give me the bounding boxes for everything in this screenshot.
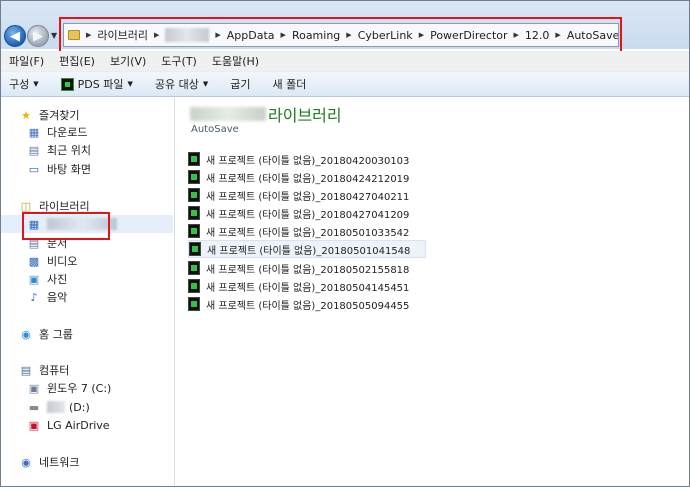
desktop-icon: ▭ [28,162,40,176]
network-icon: ◉ [21,455,31,469]
downloads-folder-icon: ▦ [28,125,40,139]
nav-library-selected[interactable]: ▦ [1,215,173,233]
navigation-pane[interactable]: ★ 즐겨찾기 ▦ 다운로드 ▤ 최근 위치 ▭ 바탕 화면 ◫ 라이브러리 ▦ … [1,98,175,486]
breadcrumb-item-redacted[interactable]: ▶ [165,28,226,42]
pds-file-icon [188,170,200,184]
file-item[interactable]: 새 프로젝트 (타이틀 없음)_20180502155818 [188,259,426,277]
computer-icon: ▤ [20,363,32,377]
file-item[interactable]: 새 프로젝트 (타이틀 없음)_20180427040211 [188,186,426,204]
nav-recent-places[interactable]: ▤ 최근 위치 [1,141,173,159]
recent-places-icon: ▤ [28,143,40,157]
windows-drive-icon: ▣ [28,381,40,395]
drive-icon: ▬ [28,400,40,414]
nav-computer[interactable]: ▤ 컴퓨터 [1,361,173,379]
chevron-down-icon: ▼ [127,80,133,88]
nav-videos[interactable]: ▩ 비디오 [1,252,173,270]
breadcrumb-item[interactable]: CyberLink ▶ [358,29,430,42]
lg-airdrive-icon: ▣ [28,418,40,432]
file-item[interactable]: 새 프로젝트 (타이틀 없음)_20180501033542 [188,222,426,240]
chevron-down-icon: ▼ [33,80,39,88]
menu-edit[interactable]: 편집(E) [59,53,95,69]
nav-network[interactable]: ◉ 네트워크 [1,453,173,471]
breadcrumb-item[interactable]: AppData ▶ [227,29,292,42]
explorer-window: ◀ ▶ ▼ ▶ 라이브러리 ▶ ▶ AppData ▶ Roaming ▶ Cyber… [0,0,690,487]
pds-file-icon [188,261,200,275]
back-button[interactable]: ◀ [4,25,26,47]
libraries-icon: ◫ [20,199,32,213]
nav-homegroup[interactable]: ◉ 홈 그룹 [1,325,173,343]
nav-lg-airdrive[interactable]: ▣ LG AirDrive [1,416,173,434]
menu-tools[interactable]: 도구(T) [161,53,197,69]
breadcrumb-item[interactable]: 12.0 ▶ [525,29,567,42]
nav-favorites[interactable]: ★ 즐겨찾기 [1,106,173,124]
menu-bar: 파일(F) 편집(E) 보기(V) 도구(T) 도움말(H) [1,51,689,71]
star-icon: ★ [21,108,31,122]
organize-label: 구성 [9,78,30,91]
chevron-down-icon: ▼ [202,80,209,88]
pds-file-icon [189,242,201,256]
share-label: 공유 대상 [154,78,199,91]
menu-help[interactable]: 도움말(H) [212,53,259,69]
menu-view[interactable]: 보기(V) [110,53,146,69]
command-bar: 구성 ▼ PDS 파일 ▼ 공유 대상 ▼ 굽기 새 폴더 [1,71,689,97]
library-title: 라이브러리 [190,102,342,126]
nav-drive-d[interactable]: ▬ (D:) [1,398,173,416]
breadcrumb-item-current[interactable]: AutoSave [567,29,618,42]
burn-button[interactable]: 굽기 [230,76,250,92]
redacted-library-name [47,218,117,230]
content-pane[interactable]: 라이브러리 AutoSave 새 프로젝트 (타이틀 없음)_201804200… [176,98,689,486]
file-item-hovered[interactable]: 새 프로젝트 (타이틀 없음)_20180501041548 [188,240,426,258]
organize-button[interactable]: 구성 ▼ [9,76,39,92]
redacted-library-title-prefix [190,107,266,121]
nav-libraries[interactable]: ◫ 라이브러리 [1,197,173,215]
pds-file-icon [188,224,200,238]
recent-pages-dropdown-icon[interactable]: ▼ [51,31,57,40]
pds-file-icon [188,206,200,220]
pds-file-icon [188,279,200,293]
file-item[interactable]: 새 프로젝트 (타이틀 없음)_20180505094455 [188,295,426,313]
share-button[interactable]: 공유 대상 ▼ [155,76,208,92]
nav-desktop[interactable]: ▭ 바탕 화면 [1,160,173,178]
pds-file-icon [188,297,200,311]
library-subtitle: AutoSave [191,124,239,135]
file-item[interactable]: 새 프로젝트 (타이틀 없음)_20180420030103 [188,150,426,168]
new-folder-button[interactable]: 새 폴더 [272,76,306,92]
new-folder-label: 새 폴더 [272,78,307,91]
burn-label: 굽기 [230,78,251,91]
breadcrumb-item[interactable]: Roaming ▶ [292,29,358,42]
pds-file-icon [188,152,200,166]
videos-icon: ▩ [28,254,40,268]
redacted-user-name [165,28,210,42]
file-item[interactable]: 새 프로젝트 (타이틀 없음)_20180427041209 [188,204,426,222]
nav-downloads[interactable]: ▦ 다운로드 [1,123,173,141]
address-bar[interactable]: ▶ 라이브러리 ▶ ▶ AppData ▶ Roaming ▶ CyberLink ▶ … [63,23,619,47]
nav-music[interactable]: ♪ 음악 [1,288,173,306]
pictures-icon: ▣ [28,272,40,286]
breadcrumb-item[interactable]: 라이브러리 ▶ [97,27,165,43]
homegroup-icon: ◉ [21,327,31,341]
address-row: ◀ ▶ ▼ ▶ 라이브러리 ▶ ▶ AppData ▶ Roaming ▶ Cyber… [1,1,689,54]
folder-icon: ▶ [68,30,97,40]
nav-drive-c[interactable]: ▣ 윈도우 7 (C:) [1,379,173,397]
breadcrumb-item[interactable]: PowerDirector ▶ [430,29,525,42]
file-item[interactable]: 새 프로젝트 (타이틀 없음)_20180504145451 [188,277,426,295]
pds-file-button[interactable]: PDS 파일 ▼ [60,76,133,92]
powerdirector-icon [60,77,74,91]
forward-button[interactable]: ▶ [27,25,49,47]
nav-pictures[interactable]: ▣ 사진 [1,270,173,288]
pds-file-icon [188,188,200,202]
library-icon: ▦ [28,217,40,231]
documents-icon: ▤ [28,236,40,250]
file-item[interactable]: 새 프로젝트 (타이틀 없음)_20180424212019 [188,168,426,186]
redacted-drive-name [47,401,65,413]
music-icon: ♪ [30,290,38,304]
menu-file[interactable]: 파일(F) [9,53,44,69]
pds-file-label: PDS 파일 [77,78,124,91]
nav-documents[interactable]: ▤ 문서 [1,234,173,252]
